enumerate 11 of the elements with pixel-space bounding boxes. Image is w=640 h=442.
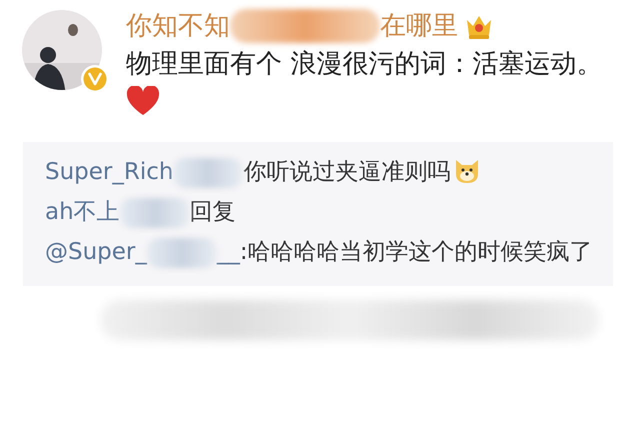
user-link[interactable]: ah不上 bbox=[45, 199, 120, 225]
reply-text: :哈哈哈哈当初学这个的时候笑疯了 bbox=[240, 239, 593, 265]
user-link[interactable]: __ bbox=[216, 239, 240, 265]
username[interactable]: 你知不知 bbox=[126, 8, 230, 44]
user-link[interactable]: Super_Rich bbox=[45, 159, 174, 185]
heart-icon bbox=[126, 86, 160, 116]
reply-text: 回复 bbox=[190, 199, 236, 225]
reply-text: 你听说过夹逼准则吗 bbox=[243, 159, 450, 185]
user-link[interactable]: @Super_ bbox=[45, 239, 147, 265]
comment-text: 物理里面有个 浪漫很污的词：活塞运动。 bbox=[126, 49, 602, 79]
username[interactable]: 在哪里 bbox=[380, 8, 458, 44]
